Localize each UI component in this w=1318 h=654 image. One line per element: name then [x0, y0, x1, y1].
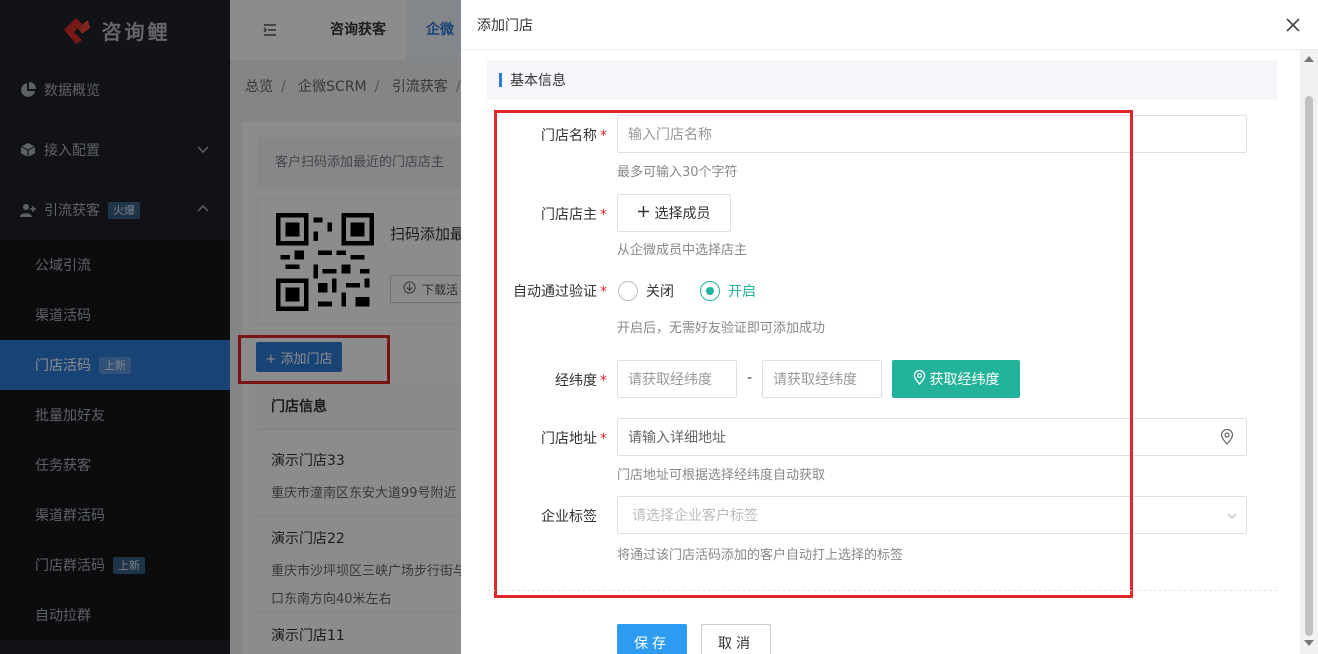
scroll-up-arrow-icon[interactable]: [1304, 56, 1314, 62]
scroll-down-arrow-icon[interactable]: [1304, 640, 1314, 646]
drawer-title: 添加门店: [461, 0, 1318, 50]
save-button[interactable]: 保存: [617, 624, 687, 654]
section-title: 基本信息: [487, 60, 1277, 100]
location-pin-icon[interactable]: [1220, 428, 1236, 447]
cancel-button[interactable]: 取消: [701, 624, 771, 654]
highlight-box-form: [494, 110, 1133, 598]
add-store-drawer: 添加门店 基本信息 门店名称 * 输入门店名称 最多可输入30个字符 门店店主 * …: [461, 0, 1318, 654]
scrollbar[interactable]: [1300, 50, 1318, 654]
divider: [487, 590, 1277, 591]
close-icon[interactable]: [1284, 16, 1302, 34]
scrollbar-thumb[interactable]: [1305, 96, 1313, 636]
chevron-down-icon: [1226, 510, 1238, 522]
